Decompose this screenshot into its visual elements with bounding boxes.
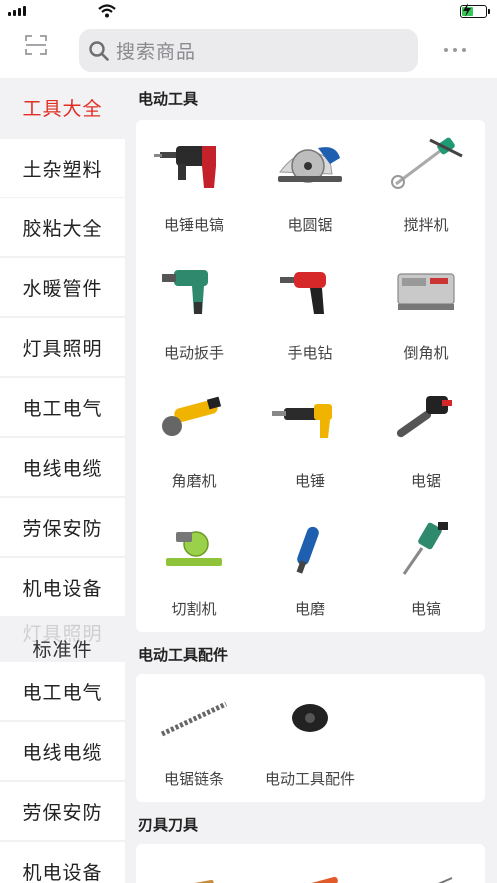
section-title-power-tools: 电动工具 <box>138 90 199 108</box>
more-icon[interactable] <box>444 48 466 52</box>
product-chainsaw[interactable]: 电锯 <box>368 376 484 504</box>
sidebar-item-electrical[interactable]: 电工电气 <box>0 378 125 436</box>
sidebar-item-standard-parts[interactable]: 标准件 <box>0 635 125 662</box>
product-hand-drill[interactable]: 手电钻 <box>252 248 368 376</box>
product-angle-grinder[interactable]: 角磨机 <box>136 376 252 504</box>
tool-accessory-icon <box>292 704 328 732</box>
section-title-cutting-tools: 刃具刀具 <box>138 816 199 834</box>
product-knives[interactable] <box>252 844 368 883</box>
search-placeholder: 搜索商品 <box>116 41 197 63</box>
sidebar-item-cables-2[interactable]: 电线电缆 <box>0 722 125 780</box>
chainsaw-icon <box>396 396 452 438</box>
search-icon <box>89 40 109 61</box>
product-cutting-machine[interactable]: 切割机 <box>136 504 252 632</box>
product-label: 电锯 <box>410 472 441 490</box>
chisels-icon <box>164 880 214 883</box>
rotary-hammer-icon <box>154 146 216 188</box>
sidebar-item-plumbing[interactable]: 水暖管件 <box>0 258 125 316</box>
power-tool-accessories-card: 电锯链条 电动工具配件 <box>136 674 485 802</box>
category-sidebar: 工具大全 土杂塑料 胶粘大全 水暖管件 灯具照明 电工电气 电线电缆 劳保安防 … <box>0 78 125 883</box>
product-rotary-hammer[interactable]: 电锤电镐 <box>136 120 252 248</box>
top-header: 搜索商品 <box>0 24 497 78</box>
demolition-hammer-icon <box>402 522 448 575</box>
impact-wrench-icon <box>162 270 208 314</box>
product-chamfering-machine[interactable]: 倒角机 <box>368 248 484 376</box>
product-label: 切割机 <box>171 600 217 618</box>
electric-hammer-icon <box>272 404 332 438</box>
product-label: 电动扳手 <box>163 344 224 362</box>
product-label: 电锯链条 <box>163 770 224 788</box>
product-electric-hammer[interactable]: 电锤 <box>252 376 368 504</box>
sidebar-item-tools[interactable]: 工具大全 <box>0 78 125 136</box>
knives-icon <box>278 876 338 883</box>
product-label: 电锤 <box>294 472 325 490</box>
drill-bits-icon <box>437 877 453 883</box>
section-title-power-tool-accessories: 电动工具配件 <box>138 646 229 664</box>
power-tools-card: 电锤电镐 电圆锯 搅拌机 电动扳手 手电钻 倒角机 角磨机 电锤 电锯 切割机 … <box>136 120 485 632</box>
product-label: 电锤电镐 <box>163 216 224 234</box>
sidebar-item-adhesives[interactable]: 胶粘大全 <box>0 198 125 256</box>
sidebar-item-machinery[interactable]: 机电设备 <box>0 558 125 616</box>
cutting-tools-card <box>136 844 485 883</box>
product-die-grinder[interactable]: 电磨 <box>252 504 368 632</box>
sidebar-item-lighting[interactable]: 灯具照明 <box>0 318 125 376</box>
sidebar-item-safety-2[interactable]: 劳保安防 <box>0 782 125 840</box>
mixer-icon <box>391 137 463 189</box>
cutting-machine-icon <box>166 531 222 566</box>
product-impact-wrench[interactable]: 电动扳手 <box>136 248 252 376</box>
product-label: 手电钻 <box>287 344 333 362</box>
product-drill-bits[interactable] <box>368 844 484 883</box>
scan-icon[interactable] <box>24 33 48 57</box>
charging-bolt-icon <box>463 3 471 17</box>
saw-chain-icon <box>160 701 228 737</box>
circular-saw-icon <box>278 147 342 183</box>
product-label: 电动工具配件 <box>264 770 355 788</box>
product-circular-saw[interactable]: 电圆锯 <box>252 120 368 248</box>
product-saw-chain[interactable]: 电锯链条 <box>136 674 252 802</box>
search-input[interactable]: 搜索商品 <box>79 29 418 72</box>
sidebar-item-safety[interactable]: 劳保安防 <box>0 498 125 556</box>
sidebar-item-machinery-2[interactable]: 机电设备 <box>0 842 125 883</box>
product-demolition-hammer[interactable]: 电镐 <box>368 504 484 632</box>
wifi-icon <box>98 4 116 18</box>
product-chisels[interactable] <box>136 844 252 883</box>
sidebar-item-electrical-2[interactable]: 电工电气 <box>0 662 125 720</box>
product-label: 电镐 <box>410 600 441 618</box>
angle-grinder-icon <box>162 396 222 436</box>
status-bar <box>0 0 497 24</box>
product-label: 电圆锯 <box>287 216 333 234</box>
product-label: 倒角机 <box>403 344 449 362</box>
cellular-signal-icon <box>8 6 26 16</box>
chamfering-machine-icon <box>397 273 455 310</box>
category-page: 搜索商品 工具大全 土杂塑料 胶粘大全 水暖管件 灯具照明 电工电气 电线电缆 … <box>0 0 497 883</box>
product-label: 角磨机 <box>171 472 217 490</box>
product-label: 电磨 <box>294 600 325 618</box>
sidebar-item-sundries[interactable]: 土杂塑料 <box>0 139 125 197</box>
die-grinder-icon <box>296 526 319 574</box>
sidebar-item-cables[interactable]: 电线电缆 <box>0 438 125 496</box>
product-mixer[interactable]: 搅拌机 <box>368 120 484 248</box>
product-label: 搅拌机 <box>403 216 449 234</box>
product-tool-accessory[interactable]: 电动工具配件 <box>252 674 368 802</box>
hand-drill-icon <box>280 272 326 314</box>
